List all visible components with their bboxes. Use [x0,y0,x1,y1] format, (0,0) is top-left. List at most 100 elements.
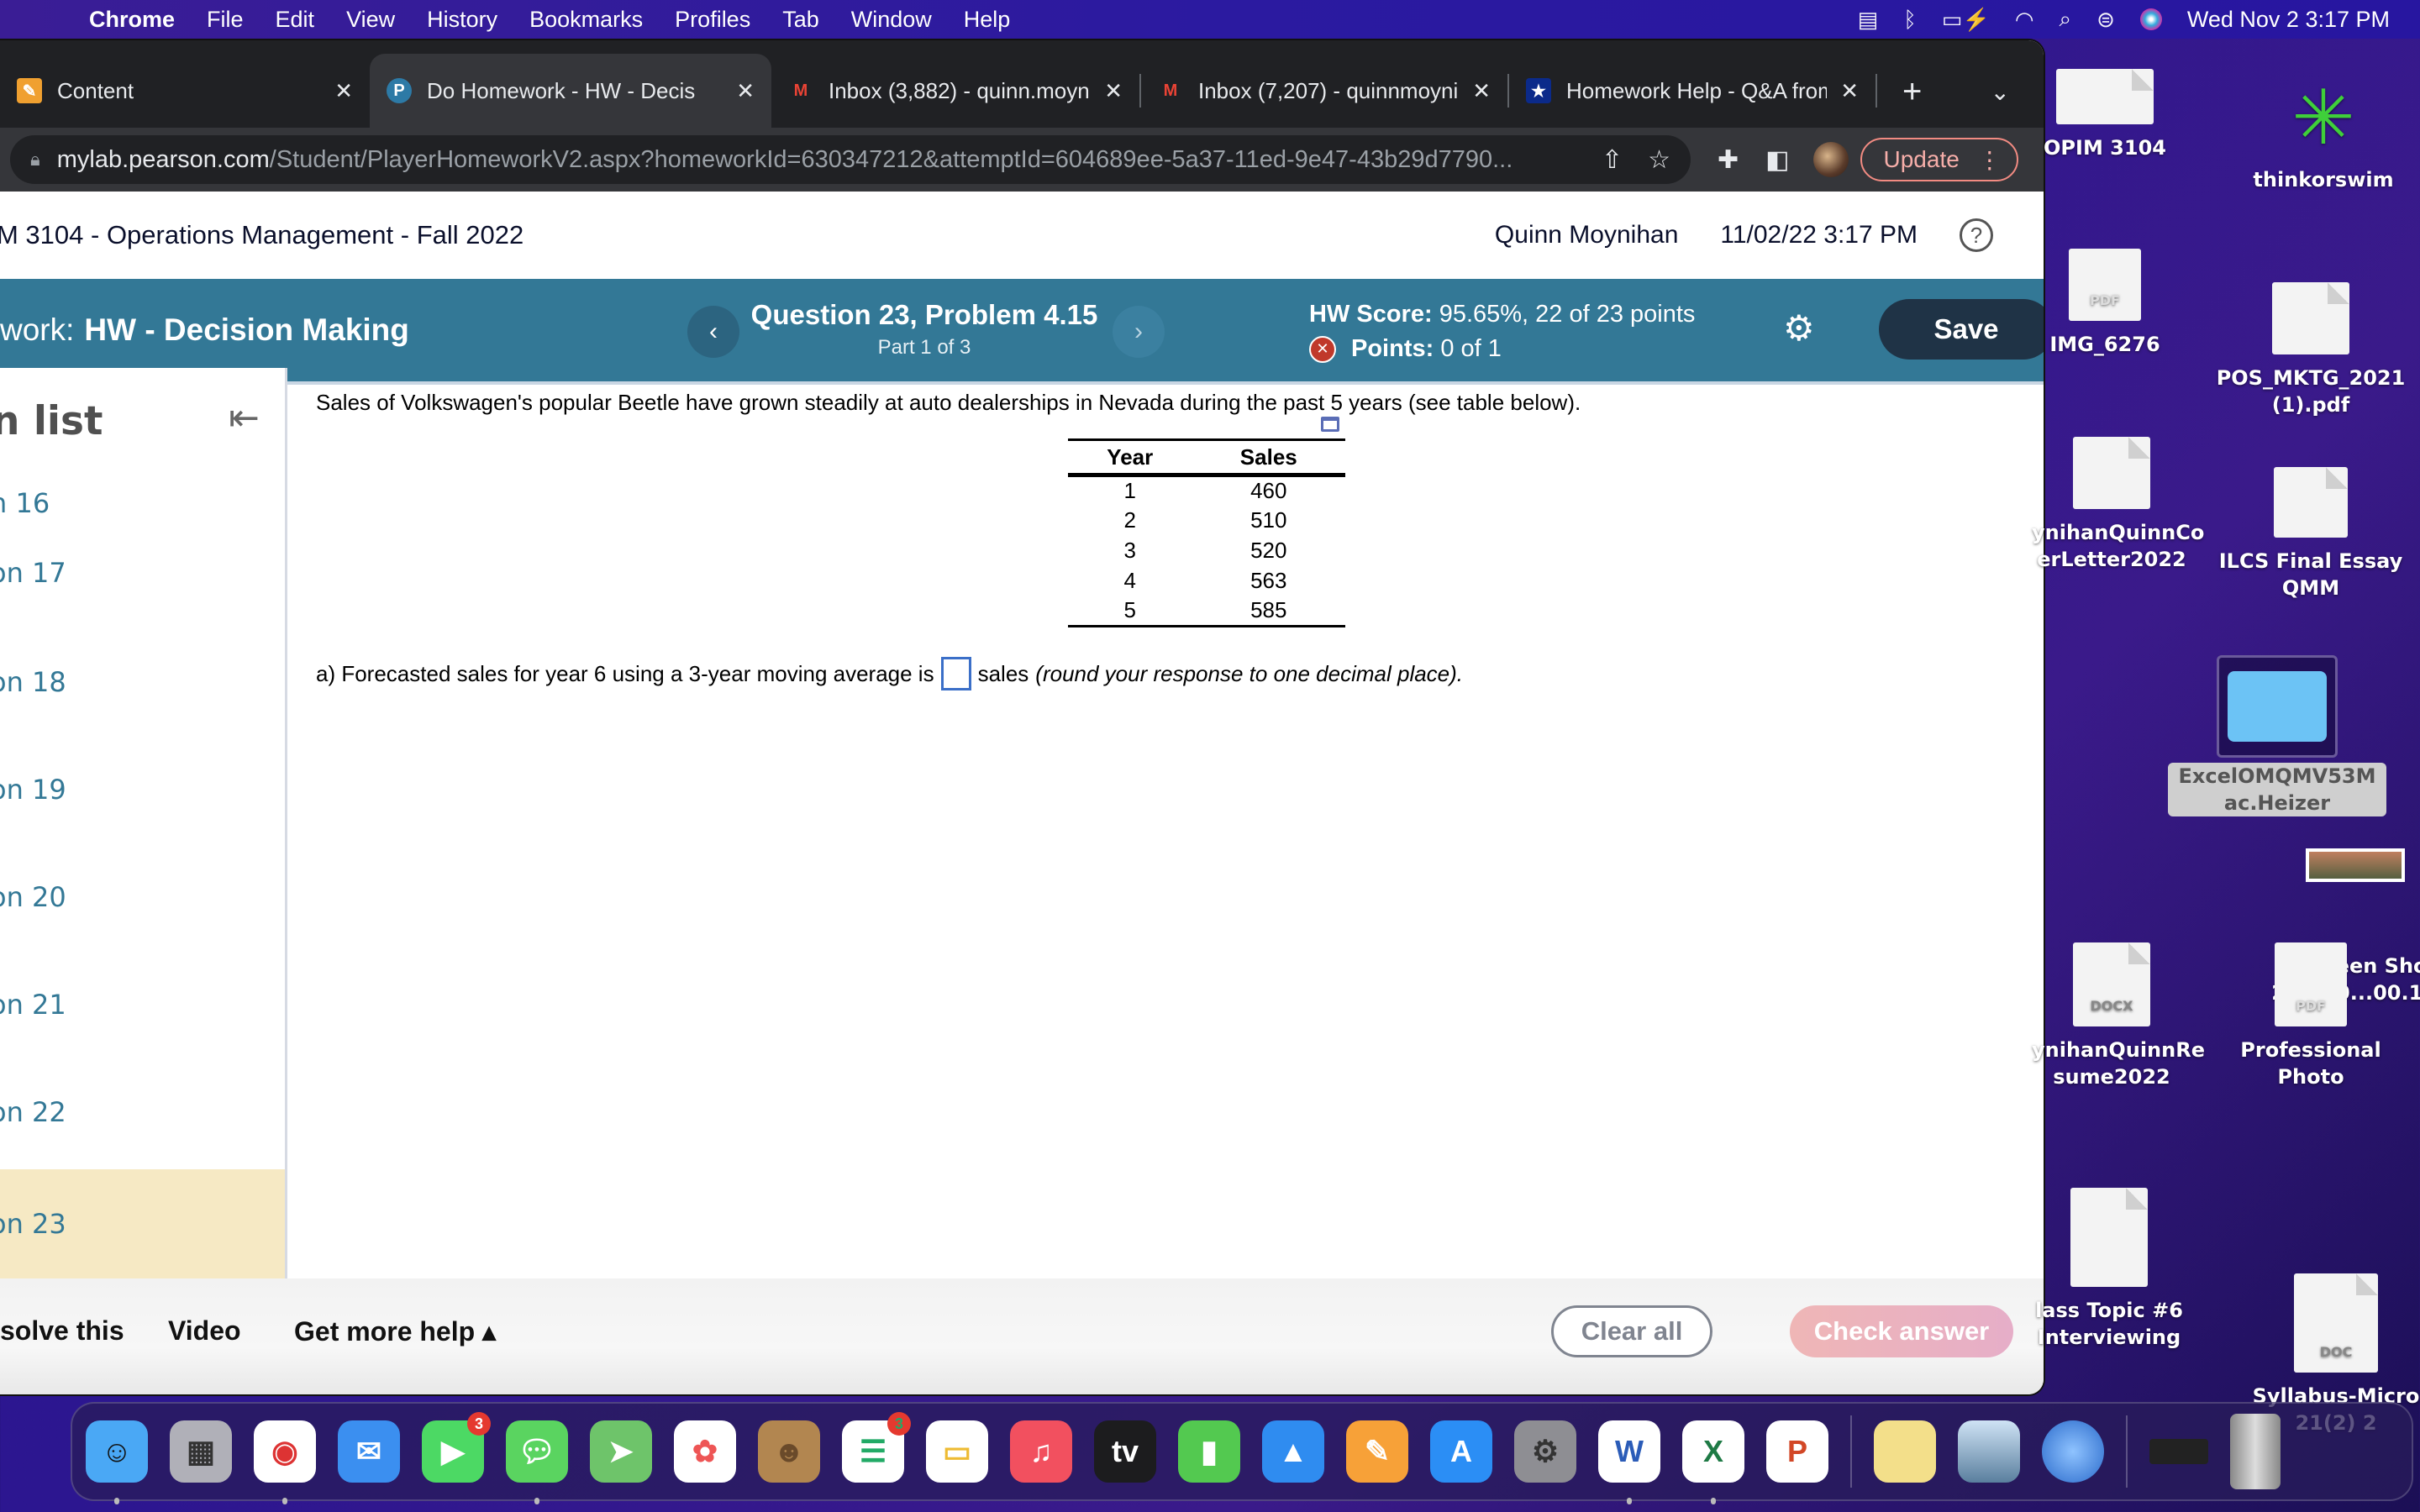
sidebar-item-21[interactable]: on 21 [0,954,277,1055]
update-button[interactable]: Update ⋮ [1860,138,2018,181]
tab-homework-help[interactable]: ★ Homework Help - Q&A from ✕ [1509,54,1876,128]
share-icon[interactable]: ⇧ [1602,145,1623,175]
sidebar-item-18[interactable]: on 18 [0,632,277,732]
menubar-clock[interactable]: Wed Nov 2 3:17 PM [2187,7,2390,33]
dock-app-word-icon[interactable]: W [1598,1420,1660,1504]
menu-profiles[interactable]: Profiles [675,7,750,33]
wifi-icon[interactable]: ◠ [2015,7,2034,33]
menu-window[interactable]: Window [851,7,932,33]
dock-app-excel-icon[interactable]: X [1682,1420,1744,1504]
dock-app-mail-icon[interactable]: ✉ [338,1420,400,1483]
dock-app-reminders-icon[interactable]: ☰ 3 [842,1412,911,1483]
popout-table-icon[interactable] [1321,417,1339,432]
tab-inbox-1[interactable]: M Inbox (3,882) - quinn.moyn ✕ [771,54,1139,128]
bookmark-star-icon[interactable]: ☆ [1648,145,1670,175]
side-panel-icon[interactable]: ◧ [1765,145,1789,175]
sidebar-item-20[interactable]: on 20 [0,847,277,948]
extensions-puzzle-icon[interactable]: ✚ [1718,145,1739,175]
menu-view[interactable]: View [346,7,395,33]
check-answer-button[interactable]: Check answer [1790,1305,2013,1357]
homework-title: work: HW - Decision Making [0,312,409,348]
video-link[interactable]: Video [168,1315,241,1347]
settings-gear-icon[interactable]: ⚙ [1783,307,1815,349]
dock-app-pages-icon[interactable]: ✎ [1346,1420,1408,1483]
sidebar-item-19[interactable]: on 19 [0,739,277,840]
dock-app-chrome-icon[interactable]: ◉ [254,1420,316,1504]
tab-inbox-2[interactable]: M Inbox (7,207) - quinnmoyni ✕ [1141,54,1507,128]
close-tab-icon[interactable]: ✕ [736,78,755,104]
sidebar-item-16[interactable]: n 16 [0,486,277,519]
dock-app-music-icon[interactable]: ♫ [1010,1420,1072,1483]
course-title[interactable]: M 3104 - Operations Management - Fall 20… [0,220,523,250]
preview-app-icon[interactable] [1958,1420,2020,1483]
close-tab-icon[interactable]: ✕ [1104,78,1123,104]
desktop-icon-opim-3104[interactable]: OPIM 3104 [2042,69,2168,161]
desktop-icon-ilcs-essay[interactable]: ILCS Final Essay QMM [2218,467,2403,601]
desktop-icon-resume[interactable]: DOCX ynihanQuinnRe sume2022 [2032,942,2205,1090]
new-tab-button[interactable]: + [1902,73,1922,111]
dock-app-photos-icon[interactable]: ✿ [674,1420,736,1483]
stickies-app-icon[interactable] [1874,1420,1936,1483]
dock-app-contacts-icon[interactable]: ☻ [758,1420,820,1483]
minimized-window-thumbnail[interactable] [2149,1439,2208,1464]
dock-app-launchpad-icon[interactable]: ▦ [170,1420,232,1483]
dock-app-app-store-icon[interactable]: A [1430,1420,1492,1483]
dock-app-keynote-icon[interactable]: ▲ [1262,1420,1324,1483]
desktop-icon-class-topic-6[interactable]: lass Topic #6 Interviewing [2033,1188,2185,1351]
dock-app-notes-icon[interactable]: ▭ [926,1420,988,1483]
dock-app-glyph: X [1702,1434,1723,1468]
desktop-icon-img-6276[interactable]: PDF IMG_6276 [2042,249,2168,358]
sidebar-item-23[interactable]: on 23 [0,1169,285,1278]
course-bar: M 3104 - Operations Management - Fall 20… [0,192,2044,279]
tab-content[interactable]: ✎ Content ✕ [0,54,370,128]
menu-tab[interactable]: Tab [782,7,819,33]
get-more-help-link[interactable]: Get more help ▴ [294,1315,496,1347]
menu-help[interactable]: Help [964,7,1011,33]
sidebar-item-17[interactable]: on 17 [0,522,277,623]
tab-do-homework[interactable]: P Do Homework - HW - Decis ✕ [370,54,771,128]
dock-app-finder-icon[interactable]: ☺ [86,1420,148,1504]
network-utility-globe-icon[interactable] [2042,1420,2104,1483]
battery-charging-icon[interactable]: ▭⚡ [1942,7,1990,33]
profile-avatar[interactable] [1812,142,1849,177]
desktop-icon-pos-mktg[interactable]: POS_MKTG_2021 (1).pdf [2210,282,2412,418]
dock-app-tv-icon[interactable]: tv [1094,1420,1156,1483]
menu-history[interactable]: History [427,7,497,33]
previous-question-button[interactable]: ‹ [687,306,739,358]
collapse-sidebar-icon[interactable]: ⇤ [229,396,260,439]
help-question-icon[interactable]: ? [1960,218,1993,252]
save-button[interactable]: Save [1879,299,2044,360]
close-tab-icon[interactable]: ✕ [1840,78,1859,104]
dock-app-maps-icon[interactable]: ➤ [590,1420,652,1483]
close-tab-icon[interactable]: ✕ [1472,78,1491,104]
menu-app-chrome[interactable]: Chrome [89,7,175,33]
siri-icon[interactable] [2139,8,2162,30]
help-me-solve-this-link[interactable]: solve this [0,1315,124,1347]
dock-app-facetime-icon[interactable]: ▶ 3 [422,1412,491,1483]
trash-icon[interactable] [2230,1414,2281,1489]
spotlight-search-icon[interactable]: ⌕ [2060,6,2072,33]
desktop-icon-cover-letter[interactable]: ynihanQuinnCo erLetter2022 [2032,437,2204,573]
address-bar[interactable]: 🔒︎ mylab.pearson.com/Student/PlayerHomew… [10,135,1691,184]
tab-strip: ✎ Content ✕ P Do Homework - HW - Decis ✕… [0,40,2044,128]
clear-all-button[interactable]: Clear all [1551,1305,1712,1357]
desktop-icon-professional-photo[interactable]: PDF Professional Photo [2210,942,2412,1090]
part-a-answer-input[interactable] [940,657,971,690]
dock-app-powerpoint-icon[interactable]: P [1766,1420,1828,1483]
desktop-icon-excel-folder[interactable]: ExcelOMQMV53M ac.Heizer [2168,655,2386,816]
close-tab-icon[interactable]: ✕ [334,78,353,104]
next-question-button[interactable]: › [1113,306,1165,358]
bluetooth-icon[interactable]: ᛒ [1903,7,1917,33]
desktop-icon-thinkorswim[interactable]: ✳ thinkorswim [2252,81,2395,193]
dock-app-system-preferences-icon[interactable]: ⚙ [1514,1420,1576,1483]
sidebar-item-22[interactable]: on 22 [0,1062,277,1163]
keyboard-viewer-icon[interactable]: ▤ [1858,7,1879,33]
lock-icon[interactable]: 🔒︎ [30,149,40,171]
menu-file[interactable]: File [207,7,244,33]
control-center-icon[interactable]: ⊜ [2096,7,2115,33]
menu-bookmarks[interactable]: Bookmarks [529,7,643,33]
menu-edit[interactable]: Edit [276,7,315,33]
dock-app-messages-icon[interactable]: 💬︎ [506,1420,568,1504]
dock-app-numbers-icon[interactable]: ▮ [1178,1420,1240,1483]
tab-search-chevron-icon[interactable]: ⌄ [1991,78,2010,106]
